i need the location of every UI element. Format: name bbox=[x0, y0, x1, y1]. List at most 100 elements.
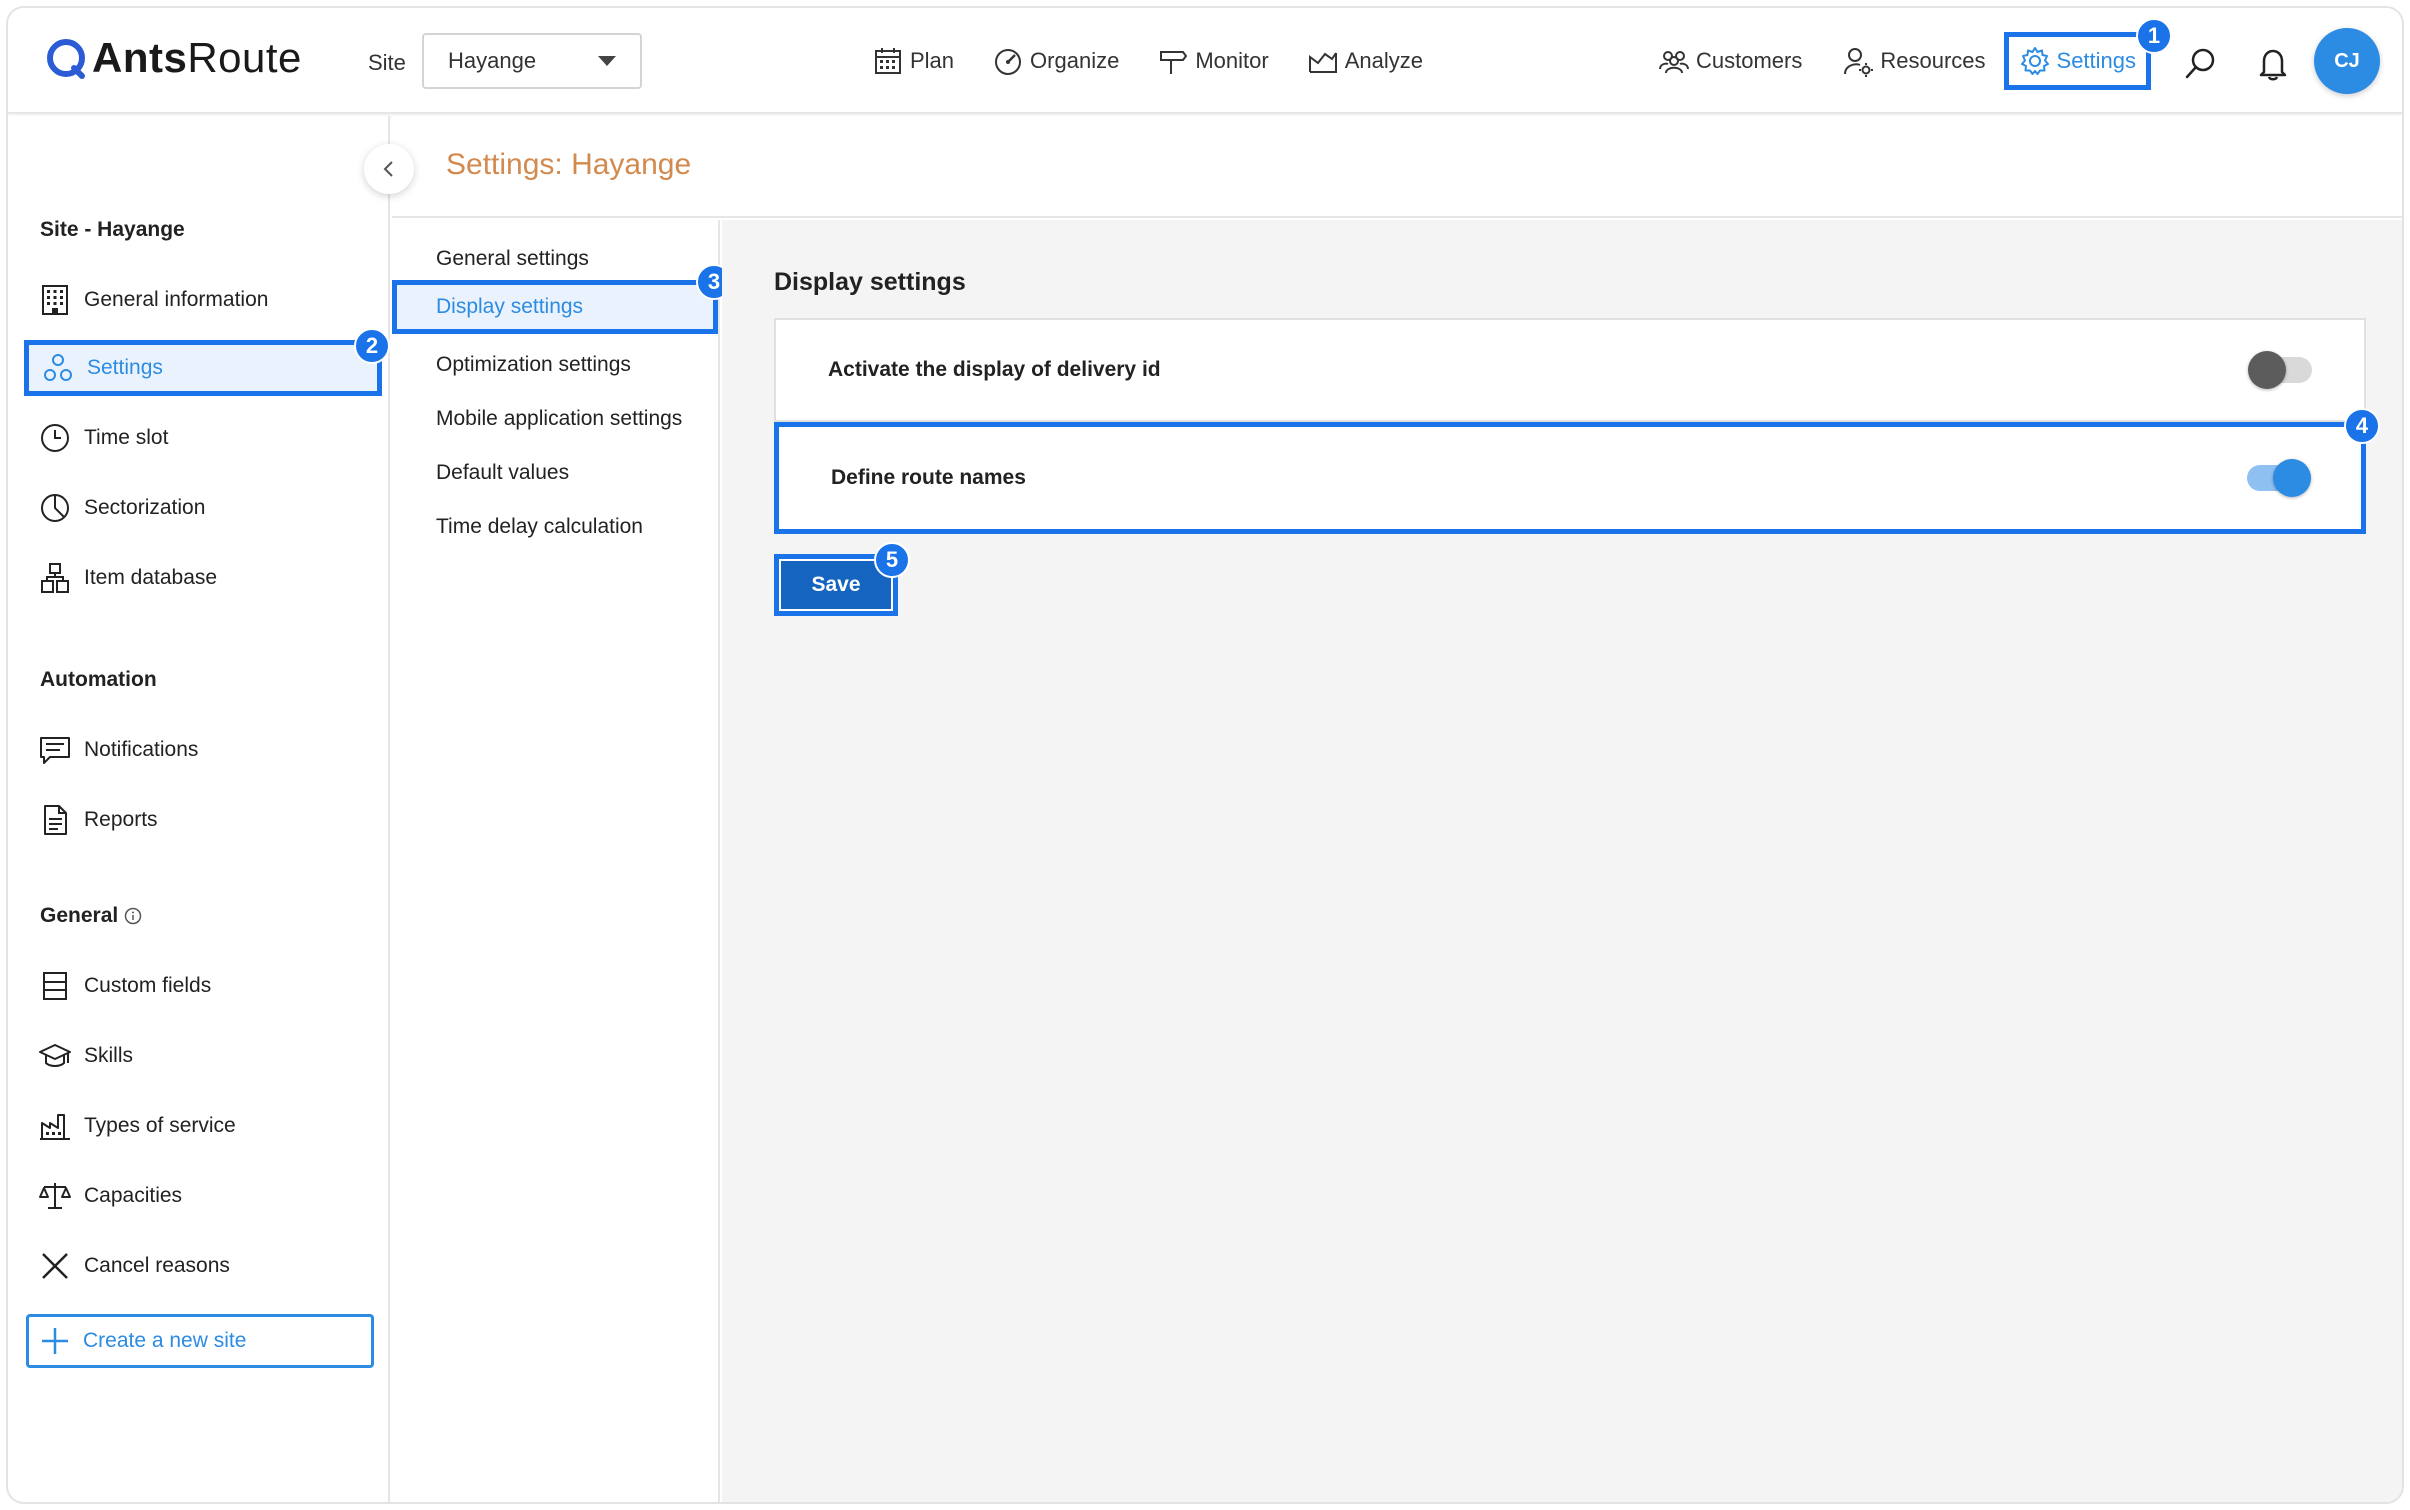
left-sidebar: Site - Hayange General information Setti… bbox=[8, 116, 414, 1502]
sidebar-item-types-of-service[interactable]: Types of service bbox=[28, 1098, 378, 1154]
setting-label: Define route names bbox=[831, 466, 1026, 489]
signpost-icon bbox=[1160, 51, 1188, 74]
site-label: Site bbox=[368, 50, 406, 75]
automation-section-title: Automation bbox=[40, 668, 157, 691]
nav-organize[interactable]: Organize bbox=[992, 45, 1119, 77]
sidebar-item-label: Custom fields bbox=[84, 974, 212, 997]
clock-icon bbox=[41, 424, 69, 452]
nav-customers[interactable]: Customers bbox=[1658, 45, 1802, 77]
site-select[interactable]: Hayange bbox=[422, 33, 642, 89]
top-bar: AntsRoute Site Hayange Plan Organize Mon… bbox=[8, 8, 2402, 114]
sidebar-item-skills[interactable]: Skills bbox=[28, 1028, 378, 1084]
submenu-item-optimization-settings[interactable]: Optimization settings bbox=[392, 338, 718, 392]
user-gear-icon bbox=[1844, 48, 1874, 77]
sidebar-item-label: Reports bbox=[84, 808, 158, 831]
factory-icon bbox=[40, 1114, 70, 1140]
app-window: AntsRoute Site Hayange Plan Organize Mon… bbox=[6, 6, 2404, 1504]
sidebar-item-label: General information bbox=[84, 288, 269, 311]
main-nav: Plan Organize Monitor Analyze bbox=[872, 8, 1423, 114]
caret-down-icon bbox=[598, 56, 616, 66]
create-new-site-label: Create a new site bbox=[83, 1329, 247, 1352]
boxes-icon bbox=[41, 563, 69, 593]
sidebar-item-capacities[interactable]: Capacities bbox=[28, 1168, 378, 1224]
nav-customers-label: Customers bbox=[1696, 48, 1803, 73]
delivery-id-toggle[interactable] bbox=[2248, 351, 2312, 389]
gear-icon bbox=[2020, 47, 2049, 75]
sidebar-item-label: Notifications bbox=[84, 738, 199, 761]
bell-icon[interactable] bbox=[2258, 46, 2288, 82]
nav-plan[interactable]: Plan bbox=[872, 45, 954, 77]
sidebar-item-label: Cancel reasons bbox=[84, 1254, 230, 1277]
site-section-title: Site - Hayange bbox=[40, 218, 185, 241]
plus-icon bbox=[42, 1328, 68, 1354]
sidebar-item-label: Capacities bbox=[84, 1184, 183, 1207]
sidebar-item-time-slot[interactable]: Time slot bbox=[28, 410, 378, 466]
sidebar-item-notifications[interactable]: Notifications bbox=[28, 722, 378, 778]
collapse-sidebar-button[interactable] bbox=[364, 144, 414, 194]
chart-icon bbox=[1308, 52, 1337, 73]
step-badge-5: 5 bbox=[874, 542, 910, 578]
sidebar-item-label: Item database bbox=[84, 566, 218, 589]
display-settings-panel: Display settings Activate the display of… bbox=[722, 220, 2402, 1502]
submenu-item-general-settings[interactable]: General settings bbox=[392, 232, 718, 286]
graduation-cap-icon bbox=[39, 1044, 71, 1067]
brand-name: AntsRoute bbox=[92, 34, 302, 81]
list-layout-icon bbox=[43, 972, 67, 1000]
message-icon bbox=[40, 737, 70, 764]
step-badge-4: 4 bbox=[2344, 408, 2380, 444]
calendar-icon bbox=[875, 48, 901, 74]
info-icon[interactable] bbox=[124, 907, 142, 925]
sidebar-item-label: Sectorization bbox=[84, 496, 206, 519]
nav-organize-label: Organize bbox=[1030, 48, 1120, 73]
nav-monitor[interactable]: Monitor bbox=[1157, 45, 1269, 77]
sidebar-item-label: Types of service bbox=[84, 1114, 236, 1137]
step-badge-1: 1 bbox=[2136, 18, 2172, 54]
page-header: Settings: Hayange bbox=[392, 116, 2402, 218]
users-icon bbox=[1659, 51, 1689, 74]
create-new-site-button[interactable]: Create a new site bbox=[26, 1314, 374, 1368]
building-icon bbox=[42, 285, 68, 315]
chevron-left-icon bbox=[383, 161, 393, 177]
secondary-nav: Customers Resources Settings bbox=[1658, 8, 2152, 114]
setting-label: Activate the display of delivery id bbox=[828, 358, 1161, 381]
search-icon[interactable] bbox=[2184, 46, 2218, 80]
submenu-item-time-delay-calculation[interactable]: Time delay calculation bbox=[392, 500, 718, 554]
speedometer-icon bbox=[995, 49, 1022, 75]
sidebar-item-label: Settings bbox=[87, 356, 163, 379]
site-select-value: Hayange bbox=[448, 48, 537, 73]
nav-analyze[interactable]: Analyze bbox=[1307, 45, 1423, 77]
page-title: Settings: Hayange bbox=[446, 148, 692, 181]
scale-icon bbox=[39, 1183, 71, 1209]
sidebar-item-reports[interactable]: Reports bbox=[28, 792, 378, 848]
toggle-knob bbox=[2248, 351, 2286, 389]
submenu-item-mobile-application-settings[interactable]: Mobile application settings bbox=[392, 392, 718, 446]
nav-settings[interactable]: Settings bbox=[2003, 32, 2152, 90]
submenu-item-display-settings[interactable]: Display settings bbox=[392, 280, 718, 334]
sidebar-item-item-database[interactable]: Item database bbox=[28, 550, 378, 606]
nav-resources[interactable]: Resources bbox=[1842, 45, 1986, 77]
sidebar-item-custom-fields[interactable]: Custom fields bbox=[28, 958, 378, 1014]
step-badge-2: 2 bbox=[354, 328, 390, 364]
submenu-item-default-values[interactable]: Default values bbox=[392, 446, 718, 500]
sidebar-item-label: Skills bbox=[84, 1044, 134, 1067]
nav-settings-label: Settings bbox=[2056, 48, 2137, 73]
nav-analyze-label: Analyze bbox=[1344, 48, 1423, 73]
user-avatar[interactable]: CJ bbox=[2314, 28, 2380, 94]
molecule-icon bbox=[44, 354, 72, 381]
nav-resources-label: Resources bbox=[1880, 48, 1986, 73]
route-names-toggle[interactable] bbox=[2247, 459, 2311, 497]
brand-logo[interactable]: AntsRoute bbox=[44, 34, 302, 82]
pie-chart-icon bbox=[41, 494, 69, 522]
sidebar-item-settings[interactable]: Settings bbox=[24, 340, 382, 396]
sidebar-item-general-information[interactable]: General information bbox=[28, 272, 378, 328]
document-icon bbox=[44, 805, 67, 835]
sidebar-item-cancel-reasons[interactable]: Cancel reasons bbox=[28, 1238, 378, 1294]
section-heading: Display settings bbox=[774, 268, 966, 296]
toggle-knob bbox=[2273, 459, 2311, 497]
sidebar-item-label: Time slot bbox=[84, 426, 169, 449]
sidebar-item-sectorization[interactable]: Sectorization bbox=[28, 480, 378, 536]
setting-row-route-names: Define route names bbox=[774, 422, 2366, 534]
general-section-title: General bbox=[40, 904, 142, 928]
settings-submenu: General settings Display settings Optimi… bbox=[392, 220, 720, 1502]
close-icon bbox=[42, 1253, 68, 1279]
